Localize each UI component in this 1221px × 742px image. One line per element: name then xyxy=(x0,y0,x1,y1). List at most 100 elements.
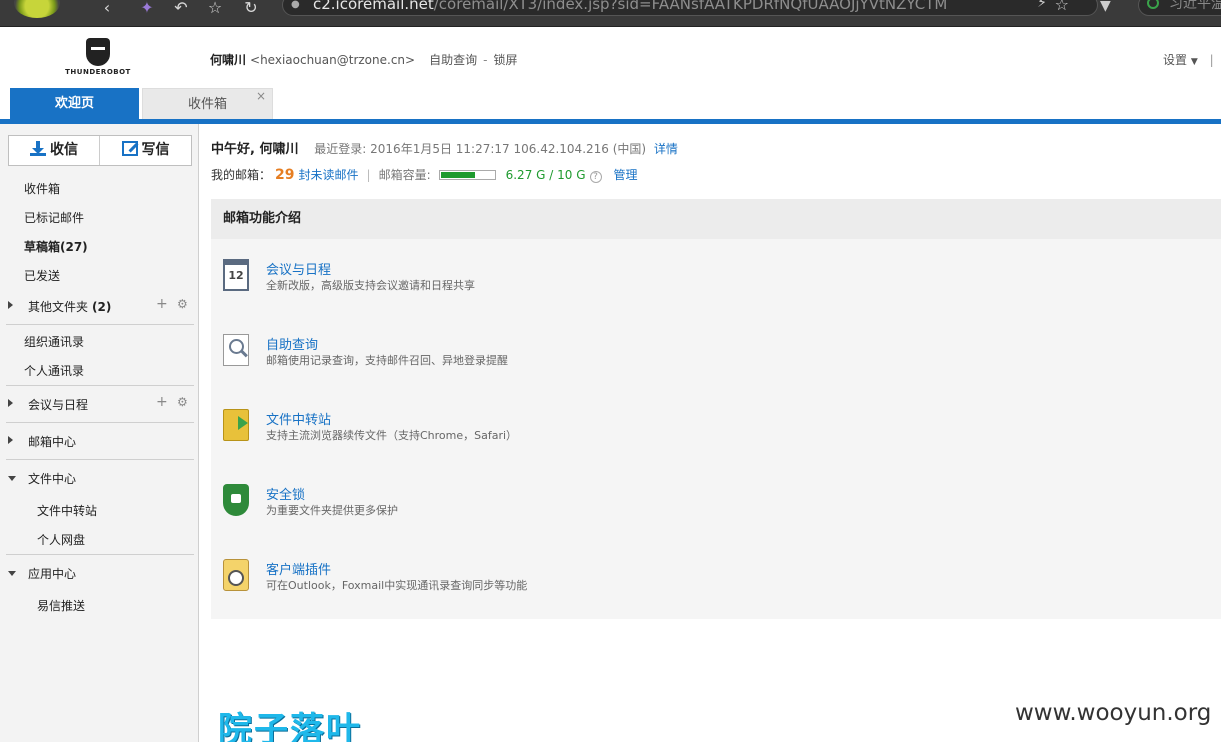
write-button[interactable]: 写信 xyxy=(100,136,191,165)
sidebar-item-personal-contacts[interactable]: 个人通讯录 xyxy=(24,362,84,379)
watermark-cn: 院子落叶 xyxy=(218,710,362,742)
expand-right-icon[interactable] xyxy=(8,301,13,309)
sidebar-divider xyxy=(6,385,194,386)
feature-item-file-transfer[interactable]: 文件中转站 支持主流浏览器续传文件（支持Chrome，Safari） xyxy=(211,409,1221,449)
user-email: <hexiaochuan@trzone.cn> xyxy=(250,53,416,67)
sidebar-item-personal-disk[interactable]: 个人网盘 xyxy=(37,531,85,548)
settings-label: 设置 xyxy=(1163,53,1188,67)
app-center-label: 应用中心 xyxy=(28,567,77,581)
sidebar-divider xyxy=(6,324,194,325)
sidebar-item-inbox[interactable]: 收件箱 xyxy=(24,180,60,197)
close-icon[interactable]: × xyxy=(256,81,266,112)
write-label: 写信 xyxy=(141,142,170,158)
folder-transfer-icon xyxy=(223,409,249,441)
bookmark-star-icon[interactable]: ☆ xyxy=(200,0,230,22)
sidebar-item-file-transfer[interactable]: 文件中转站 xyxy=(37,502,97,519)
capacity-usage: 6.27 G / 10 G xyxy=(505,168,586,182)
feature-item-self-query[interactable]: 自助查询 邮箱使用记录查询，支持邮件召回、异地登录提醒 xyxy=(211,334,1221,374)
favorite-star-icon[interactable]: ☆ xyxy=(1055,0,1069,14)
tab-welcome[interactable]: 欢迎页 xyxy=(10,88,139,119)
feature-item-plugin[interactable]: 客户端插件 可在Outlook，Foxmail中实现通讯录查询同步等功能 xyxy=(211,559,1221,599)
receive-label: 收信 xyxy=(50,142,78,158)
sidebar-item-yixin[interactable]: 易信推送 xyxy=(37,597,85,614)
feature-desc: 支持主流浏览器续传文件（支持Chrome，Safari） xyxy=(266,429,518,442)
gear-icon[interactable]: ⚙ xyxy=(177,395,188,409)
sidebar-item-meetings[interactable]: 会议与日程 + ⚙ xyxy=(0,394,199,416)
reload-icon[interactable]: ↻ xyxy=(236,0,266,22)
expand-right-icon[interactable] xyxy=(8,436,13,444)
url-host: c2.icoremail.net xyxy=(313,0,434,13)
manage-link[interactable]: 管理 xyxy=(614,168,638,182)
receive-button[interactable]: 收信 xyxy=(9,136,100,165)
add-folder-icon[interactable]: + xyxy=(156,296,168,312)
feature-desc: 全新改版，高级版支持会议邀请和日程共享 xyxy=(266,279,475,292)
search-icon xyxy=(1147,0,1159,9)
security-icon: ● xyxy=(291,0,300,10)
sidebar-item-file-center[interactable]: 文件中心 xyxy=(0,470,199,490)
browser-logo-icon[interactable] xyxy=(14,0,60,18)
sidebar-divider xyxy=(6,554,194,555)
last-login: 最近登录: 2016年1月5日 11:27:17 106.42.104.216 … xyxy=(314,142,647,156)
settings-caret-icon: ▼ xyxy=(1190,57,1198,67)
address-bar[interactable]: ● c2.icoremail.net/coremail/XT3/index.js… xyxy=(282,0,1098,16)
feature-title[interactable]: 安全锁 xyxy=(266,484,305,503)
other-folders-count: (2) xyxy=(92,300,112,314)
feature-title[interactable]: 文件中转站 xyxy=(266,409,331,428)
sidebar-item-other-folders[interactable]: 其他文件夹 (2) + ⚙ xyxy=(0,296,199,318)
sidebar-item-sent[interactable]: 已发送 xyxy=(24,267,60,284)
details-link[interactable]: 详情 xyxy=(654,142,678,156)
mailbox-status: 我的邮箱： 29 封未读邮件 | 邮箱容量: 6.27 G / 10 G? 管理 xyxy=(211,166,638,183)
browser-search-box[interactable]: 习近平温 xyxy=(1138,0,1221,16)
dropdown-chevron-icon[interactable]: ▼ xyxy=(1100,0,1111,14)
expand-right-icon[interactable] xyxy=(8,399,13,407)
mail-header: THUNDEROBOT 何啸川 <hexiaochuan@trzone.cn> 自助… xyxy=(0,28,1221,88)
feature-desc: 邮箱使用记录查询，支持邮件召回、异地登录提醒 xyxy=(266,354,508,367)
thunderobot-shield-icon xyxy=(86,38,110,66)
sidebar-divider xyxy=(6,459,194,460)
mail-action-buttons: 收信 写信 xyxy=(8,135,192,166)
help-icon[interactable]: ? xyxy=(589,171,602,183)
feature-item-security-lock[interactable]: 安全锁 为重要文件夹提供更多保护 xyxy=(211,484,1221,524)
add-meeting-icon[interactable]: + xyxy=(156,394,168,410)
status-divider: | xyxy=(366,168,371,182)
unread-count[interactable]: 29 xyxy=(275,167,294,183)
sidebar-item-drafts[interactable]: 草稿箱(27) xyxy=(24,238,88,255)
tab-inbox[interactable]: 收件箱 × xyxy=(142,88,273,119)
feature-title[interactable]: 客户端插件 xyxy=(266,559,331,578)
greeting-line: 中午好, 何啸川 最近登录: 2016年1月5日 11:27:17 106.42… xyxy=(211,138,678,157)
unread-link[interactable]: 封未读邮件 xyxy=(299,168,359,182)
meetings-label: 会议与日程 xyxy=(28,398,89,412)
main-content: 中午好, 何啸川 最近登录: 2016年1月5日 11:27:17 106.42… xyxy=(199,124,1221,742)
search-record-icon xyxy=(223,334,249,366)
sidebar-divider xyxy=(6,422,194,423)
sidebar-item-mail-center[interactable]: 邮箱中心 xyxy=(0,433,199,453)
collapse-down-icon[interactable] xyxy=(8,571,16,576)
feature-title[interactable]: 自助查询 xyxy=(266,334,318,353)
feature-title[interactable]: 会议与日程 xyxy=(266,259,331,278)
brand-logo[interactable]: THUNDEROBOT xyxy=(62,38,134,78)
sidebar-item-app-center[interactable]: 应用中心 xyxy=(0,565,199,585)
back-icon[interactable]: ‹ xyxy=(92,0,122,22)
intro-title: 邮箱功能介绍 xyxy=(211,199,1221,239)
plugin-icon xyxy=(223,559,249,591)
feature-item-meetings[interactable]: 12 会议与日程 全新改版，高级版支持会议邀请和日程共享 xyxy=(211,259,1221,299)
self-query-link[interactable]: 自助查询 xyxy=(429,53,477,67)
header-separator: - xyxy=(483,53,488,67)
gear-icon[interactable]: ⚙ xyxy=(177,297,188,311)
shield-lock-icon xyxy=(223,484,249,516)
settings-menu[interactable]: 设置 ▼ | xyxy=(1163,51,1214,68)
capacity-fill xyxy=(440,172,475,178)
compose-icon xyxy=(121,141,138,156)
feature-intro-panel: 邮箱功能介绍 12 会议与日程 全新改版，高级版支持会议邀请和日程共享 自助查询… xyxy=(211,199,1221,619)
sidebar-item-flagged[interactable]: 已标记邮件 xyxy=(24,209,84,226)
user-info: 何啸川 <hexiaochuan@trzone.cn> 自助查询 - 锁屏 xyxy=(210,51,517,68)
undo-icon[interactable]: ↶ xyxy=(166,0,196,22)
extension-icon[interactable]: ✦ xyxy=(132,0,162,22)
lightning-icon[interactable]: ⚡ xyxy=(1037,0,1047,11)
collapse-down-icon[interactable] xyxy=(8,476,16,481)
sidebar-item-org-contacts[interactable]: 组织通讯录 xyxy=(24,333,84,350)
lock-screen-link[interactable]: 锁屏 xyxy=(493,53,517,67)
sidebar: 收信 写信 收件箱 已标记邮件 草稿箱(27) 已发送 其他文件夹 (2) + ⚙… xyxy=(0,124,199,742)
file-center-label: 文件中心 xyxy=(28,472,77,486)
url-path: /coremail/XT3/index.jsp?sid=FAANsfAATKPD… xyxy=(433,0,948,13)
